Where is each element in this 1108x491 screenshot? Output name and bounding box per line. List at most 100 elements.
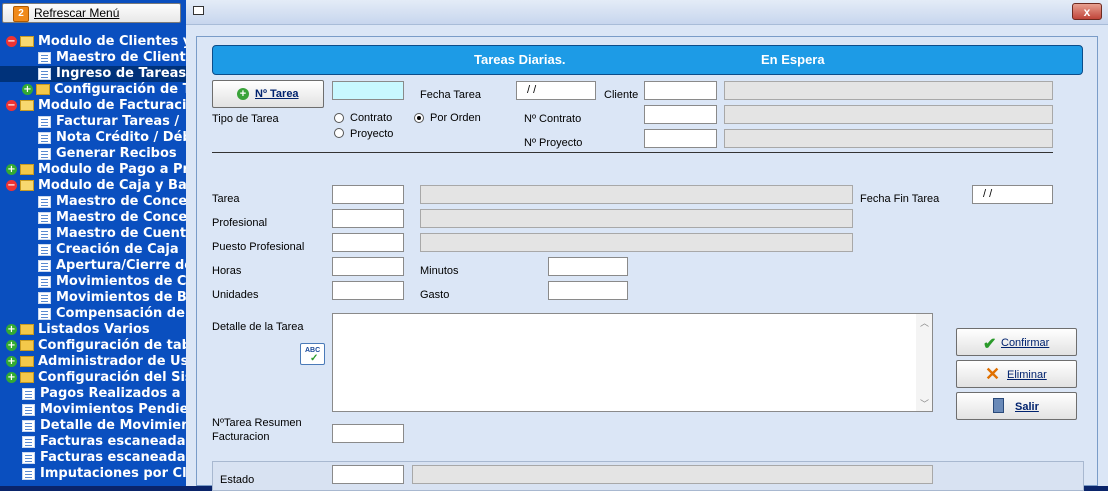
expand-icon[interactable]: +	[6, 164, 17, 175]
menu-item[interactable]: Imputaciones por Cl	[0, 466, 186, 482]
folder-open-icon	[20, 100, 34, 111]
document-icon	[38, 244, 51, 256]
menu-item-label: Movimientos de Ba	[56, 290, 186, 305]
task-detail-textarea[interactable]: ︿ ﹀	[332, 313, 933, 412]
contract-number-field[interactable]	[644, 105, 717, 124]
menu-item[interactable]: + Modulo de Pago a Pr	[0, 162, 186, 178]
menu-item[interactable]: Detalle de Movimien	[0, 418, 186, 434]
menu-item[interactable]: Movimientos Pendie	[0, 402, 186, 418]
project-number-field[interactable]	[644, 129, 717, 148]
position-code-field[interactable]	[332, 233, 404, 252]
client-name-field	[724, 81, 1053, 100]
units-field[interactable]	[332, 281, 404, 300]
task-end-date-field[interactable]: / /	[972, 185, 1053, 204]
menu-item[interactable]: Maestro de Concep	[0, 210, 186, 226]
expense-field[interactable]	[548, 281, 628, 300]
menu-item[interactable]: Nota Crédito / Déb	[0, 130, 186, 146]
menu-item-label: Configuración del Sis	[38, 370, 186, 385]
menu-item[interactable]: Maestro de Concep	[0, 194, 186, 210]
status-panel: Estado	[212, 461, 1084, 491]
by-order-radio[interactable]	[414, 113, 424, 123]
scroll-down-icon[interactable]: ﹀	[920, 396, 929, 413]
folder-icon	[20, 356, 34, 367]
expand-icon[interactable]: +	[6, 356, 17, 367]
collapse-icon[interactable]: −	[6, 180, 17, 191]
menu-item[interactable]: + Configuración del Sis	[0, 370, 186, 386]
professional-position-label: Puesto Profesional	[212, 241, 305, 253]
expand-icon[interactable]: +	[6, 340, 17, 351]
task-detail-label: Detalle de la Tarea	[212, 321, 304, 333]
document-icon	[38, 132, 51, 144]
status-code-field[interactable]	[332, 465, 404, 484]
expand-icon[interactable]: +	[6, 372, 17, 383]
menu-item[interactable]: Movimientos de Ba	[0, 290, 186, 306]
menu-item[interactable]: Pagos Realizados a	[0, 386, 186, 402]
menu-item-label: Ingreso de Tareas	[56, 66, 186, 81]
menu-item[interactable]: Movimientos de Ca	[0, 274, 186, 290]
client-label: Cliente	[604, 89, 639, 101]
task-number-button[interactable]: + Nº Tarea	[212, 80, 324, 108]
scroll-up-icon[interactable]: ︿	[920, 315, 929, 332]
menu-item[interactable]: + Configuración de T	[0, 82, 186, 98]
window-titlebar: x	[186, 0, 1108, 25]
exit-button-label: Salir	[1015, 401, 1039, 413]
confirm-button[interactable]: ✔ Confirmar	[956, 328, 1077, 356]
menu-item[interactable]: Apertura/Cierre de	[0, 258, 186, 274]
detail-scrollbar[interactable]: ︿ ﹀	[916, 314, 932, 411]
contract-radio[interactable]	[334, 113, 344, 123]
document-icon	[22, 388, 35, 400]
collapse-icon[interactable]: −	[6, 100, 17, 111]
menu-item[interactable]: + Administrador de Usu	[0, 354, 186, 370]
form-title: Tareas Diarias.	[474, 52, 566, 67]
task-code-field[interactable]	[332, 185, 404, 204]
document-icon	[22, 468, 35, 480]
menu-item[interactable]: + Listados Varios	[0, 322, 186, 338]
project-radio[interactable]	[334, 128, 344, 138]
professional-code-field[interactable]	[332, 209, 404, 228]
menu-item[interactable]: Generar Recibos	[0, 146, 186, 162]
client-code-field[interactable]	[644, 81, 717, 100]
refresh-menu-button[interactable]: 2 Refrescar Menú	[2, 3, 181, 23]
task-number-field[interactable]	[332, 81, 404, 100]
close-icon: x	[1083, 5, 1091, 19]
hours-field[interactable]	[332, 257, 404, 276]
spellcheck-button[interactable]: ABC ✓	[300, 343, 325, 365]
document-icon	[22, 404, 35, 416]
menu-item[interactable]: Maestro de Clientes	[0, 50, 186, 66]
contract-radio-label: Contrato	[350, 112, 393, 124]
expand-icon[interactable]: +	[6, 324, 17, 335]
delete-button[interactable]: ✕ Eliminar	[956, 360, 1077, 388]
menu-item[interactable]: Facturar Tareas /	[0, 114, 186, 130]
billing-summary-task-field[interactable]	[332, 424, 404, 443]
menu-item[interactable]: Compensación de	[0, 306, 186, 322]
minutes-field[interactable]	[548, 257, 628, 276]
document-icon	[22, 436, 35, 448]
menu-item[interactable]: Creación de Caja	[0, 242, 186, 258]
project-number-label: Nº Proyecto	[524, 137, 583, 149]
menu-item-label: Apertura/Cierre de	[56, 258, 186, 273]
exit-button[interactable]: Salir	[956, 392, 1077, 420]
menu-item[interactable]: Maestro de Cuenta	[0, 226, 186, 242]
menu-item[interactable]: − Modulo de Caja y Ba	[0, 178, 186, 194]
close-button[interactable]: x	[1072, 3, 1102, 20]
menu-item[interactable]: − Modulo de Clientes y	[0, 34, 186, 50]
document-icon	[38, 308, 51, 320]
project-description-field	[724, 129, 1053, 148]
by-order-radio-label: Por Orden	[430, 112, 481, 124]
menu-item-label: Configuración de tab	[38, 338, 186, 353]
hours-label: Horas	[212, 265, 242, 277]
document-icon	[38, 68, 51, 80]
menu-item-label: Configuración de T	[54, 82, 186, 97]
minutes-label: Minutos	[420, 265, 459, 277]
status-label: Estado	[220, 474, 255, 486]
expand-icon[interactable]: +	[22, 84, 33, 95]
collapse-icon[interactable]: −	[6, 36, 17, 47]
menu-item[interactable]: Facturas escaneada	[0, 450, 186, 466]
menu-item[interactable]: Ingreso de Tareas	[0, 66, 186, 82]
form-header: Tareas Diarias. En Espera	[212, 45, 1083, 75]
menu-item[interactable]: − Modulo de Facturación	[0, 98, 186, 114]
task-date-field[interactable]: / /	[516, 81, 596, 100]
menu-item[interactable]: Facturas escaneada	[0, 434, 186, 450]
menu-item-label: Generar Recibos	[56, 146, 177, 161]
menu-item[interactable]: + Configuración de tab	[0, 338, 186, 354]
